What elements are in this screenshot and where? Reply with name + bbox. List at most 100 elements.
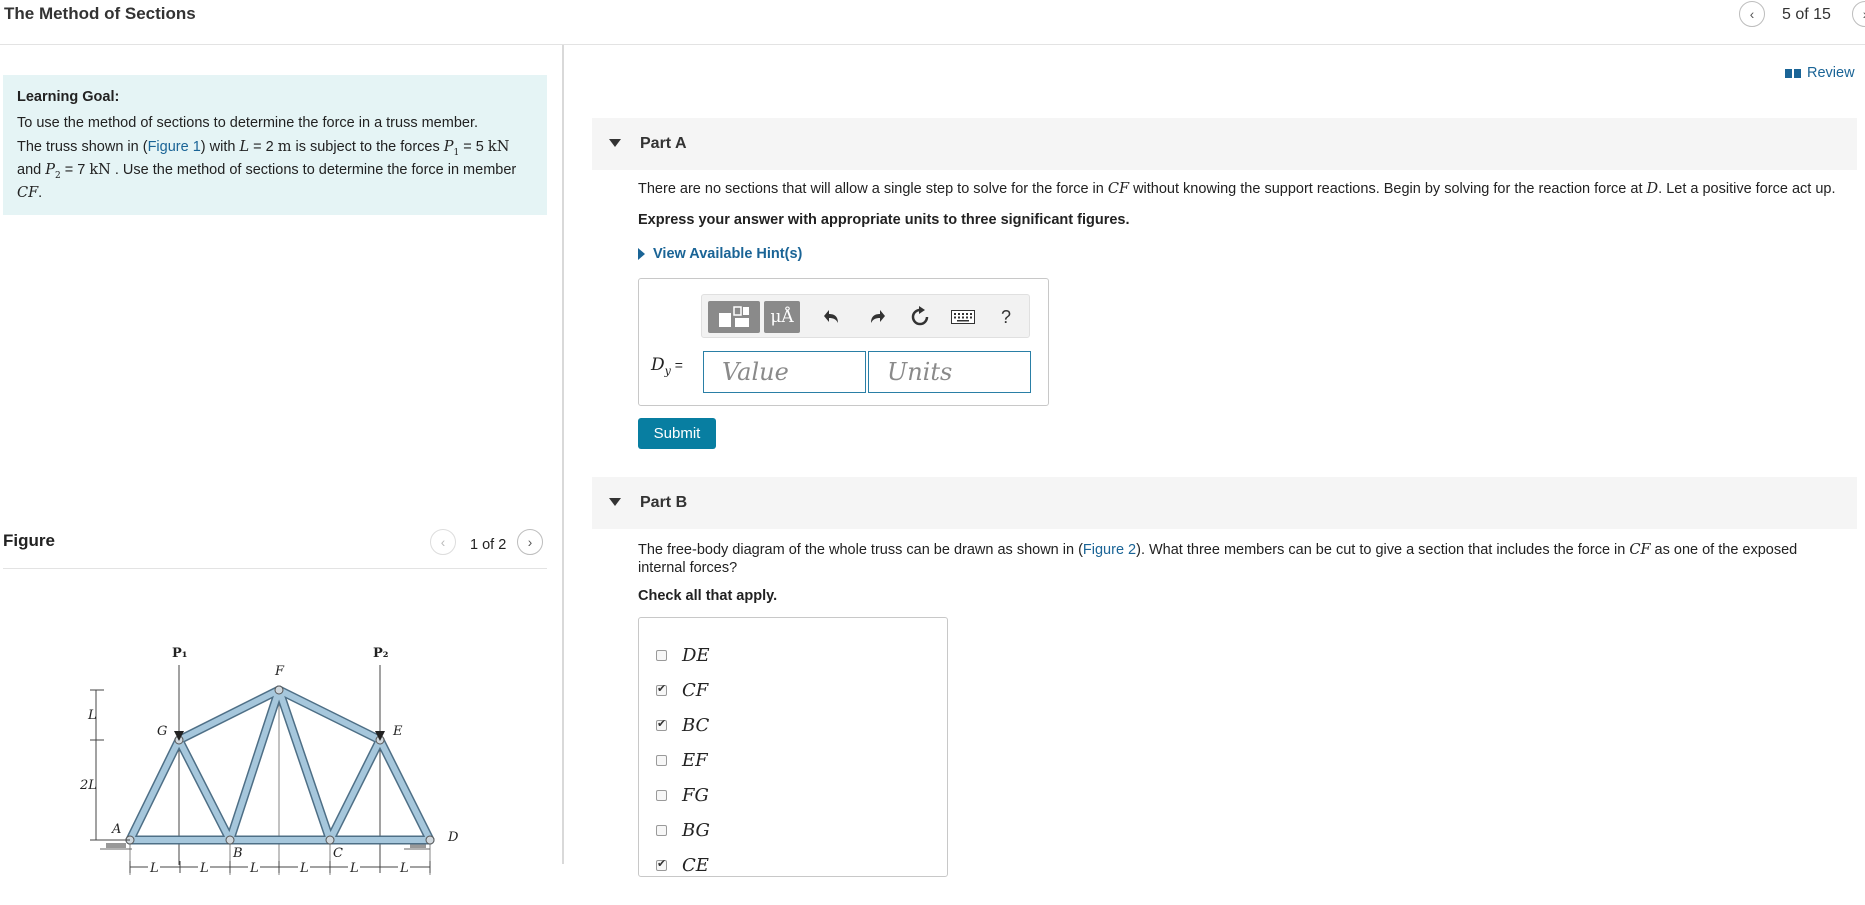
var-CF: CF	[1107, 181, 1130, 197]
next-item-button[interactable]: ›	[1852, 1, 1865, 27]
part-a-instruction: Express your answer with appropriate uni…	[638, 212, 1130, 228]
option-label: CE	[682, 855, 709, 876]
checkbox-checked[interactable]	[656, 717, 667, 731]
collapse-triangle-icon	[609, 498, 621, 506]
truss-members	[125, 685, 435, 845]
checkbox[interactable]	[656, 825, 667, 836]
question-text: There are no sections that will allow a …	[638, 181, 1108, 197]
submit-button[interactable]: Submit	[638, 418, 716, 449]
keyboard-button[interactable]	[947, 301, 979, 333]
option-FG[interactable]: FG	[656, 785, 709, 806]
var-L: L	[239, 139, 250, 155]
figure-prev-button[interactable]: ‹	[430, 529, 456, 555]
label-dim-L5: L	[349, 861, 359, 876]
equals-sign: =	[670, 357, 683, 373]
learning-goal-text: To use the method of sections to determi…	[17, 115, 479, 131]
assignment-title: The Method of Sections	[4, 4, 196, 23]
checkbox[interactable]	[656, 790, 667, 801]
checkbox-checked[interactable]	[656, 857, 667, 871]
truss-figure: P₁ P₂ F G E A B C D L 2L L L L L L L	[79, 646, 459, 876]
part-a-question: There are no sections that will allow a …	[638, 181, 1858, 197]
label-C: C	[333, 846, 343, 861]
math-toolbar: μÅ ?	[701, 294, 1030, 338]
part-b-header[interactable]: Part B	[592, 477, 1857, 529]
value-input[interactable]	[703, 351, 866, 393]
label-dim-L1: L	[149, 861, 159, 876]
undo-button[interactable]	[817, 301, 847, 333]
templates-icon	[719, 306, 749, 327]
top-bar: The Method of Sections ‹ 5 of 15 ›	[0, 0, 1865, 45]
checkbox[interactable]	[656, 650, 667, 661]
desc-text: . Use the method of sections to determin…	[110, 161, 517, 178]
learning-goal-heading: Learning Goal:	[17, 89, 120, 105]
option-label: DE	[682, 645, 710, 666]
desc-text: = 2	[249, 139, 278, 155]
var-CF: CF	[1629, 542, 1651, 558]
left-panel: Learning Goal: To use the method of sect…	[0, 45, 564, 876]
desc-text: .	[38, 184, 43, 201]
option-label: BG	[682, 820, 710, 841]
label-dim-2L: 2L	[79, 778, 97, 793]
figure-next-button[interactable]: ›	[517, 529, 543, 555]
unit-m: m	[277, 139, 292, 155]
collapse-triangle-icon	[609, 139, 621, 147]
question-text: without knowing the support reactions. B…	[1129, 181, 1647, 197]
book-icon	[1785, 68, 1801, 78]
redo-button[interactable]	[862, 301, 892, 333]
label-dim-L3: L	[249, 861, 259, 876]
option-DE[interactable]: DE	[656, 645, 710, 666]
desc-text: ) with	[200, 139, 240, 155]
figure-heading: Figure	[3, 531, 55, 550]
answer-label: Dy =	[651, 355, 683, 377]
part-a-header[interactable]: Part A	[592, 118, 1857, 170]
part-b-question: The free-body diagram of the whole truss…	[638, 541, 1818, 577]
label-A: A	[111, 822, 121, 837]
view-hints-link[interactable]: View Available Hint(s)	[638, 246, 802, 262]
undo-icon	[824, 310, 838, 323]
question-text: ). What three members can be cut to give…	[1136, 542, 1630, 558]
label-D: D	[447, 830, 459, 845]
keyboard-icon	[951, 310, 975, 324]
part-a-title: Part A	[640, 135, 687, 152]
var-D: D	[651, 355, 665, 375]
checkbox[interactable]	[656, 755, 667, 766]
help-button[interactable]: ?	[992, 301, 1020, 333]
option-CF[interactable]: CF	[656, 680, 708, 701]
part-b-instruction: Check all that apply.	[638, 588, 778, 604]
desc-text: and	[17, 161, 46, 178]
review-label: Review	[1807, 65, 1855, 81]
option-EF[interactable]: EF	[656, 750, 708, 771]
option-label: CF	[682, 680, 709, 701]
label-B: B	[232, 846, 243, 861]
units-button[interactable]: μÅ	[764, 301, 800, 333]
figure-1-link[interactable]: Figure 1	[148, 139, 201, 155]
unit-kN: kN	[487, 139, 510, 155]
label-dim-L: L	[87, 708, 97, 723]
var-D: D	[1646, 181, 1659, 197]
checkbox-checked[interactable]	[656, 682, 667, 696]
label-dim-L2: L	[199, 861, 209, 876]
var-CF: CF	[17, 184, 39, 201]
templates-button[interactable]	[708, 301, 760, 333]
desc-text: The truss shown in (	[17, 139, 148, 155]
label-P2: P₂	[373, 646, 388, 661]
option-BG[interactable]: BG	[656, 820, 710, 841]
chevron-left-icon: ‹	[1749, 6, 1755, 22]
option-BC[interactable]: BC	[656, 715, 709, 736]
chevron-right-icon: ›	[527, 534, 533, 550]
option-label: EF	[682, 750, 708, 771]
learning-goal-box: Learning Goal: To use the method of sect…	[3, 75, 547, 215]
figure-2-link[interactable]: Figure 2	[1083, 542, 1136, 558]
var-P2: P	[45, 161, 55, 178]
review-link[interactable]: Review	[1785, 65, 1855, 81]
reset-icon	[911, 306, 929, 326]
option-label: FG	[682, 785, 709, 806]
units-input[interactable]	[868, 351, 1031, 393]
label-dim-L4: L	[299, 861, 309, 876]
problem-description: The truss shown in (Figure 1) with L = 2…	[17, 139, 533, 202]
option-CE[interactable]: CE	[656, 855, 709, 876]
reset-button[interactable]	[905, 301, 935, 333]
previous-item-button[interactable]: ‹	[1739, 1, 1765, 27]
figure-counter: 1 of 2	[470, 537, 507, 553]
expand-triangle-icon	[638, 248, 645, 260]
